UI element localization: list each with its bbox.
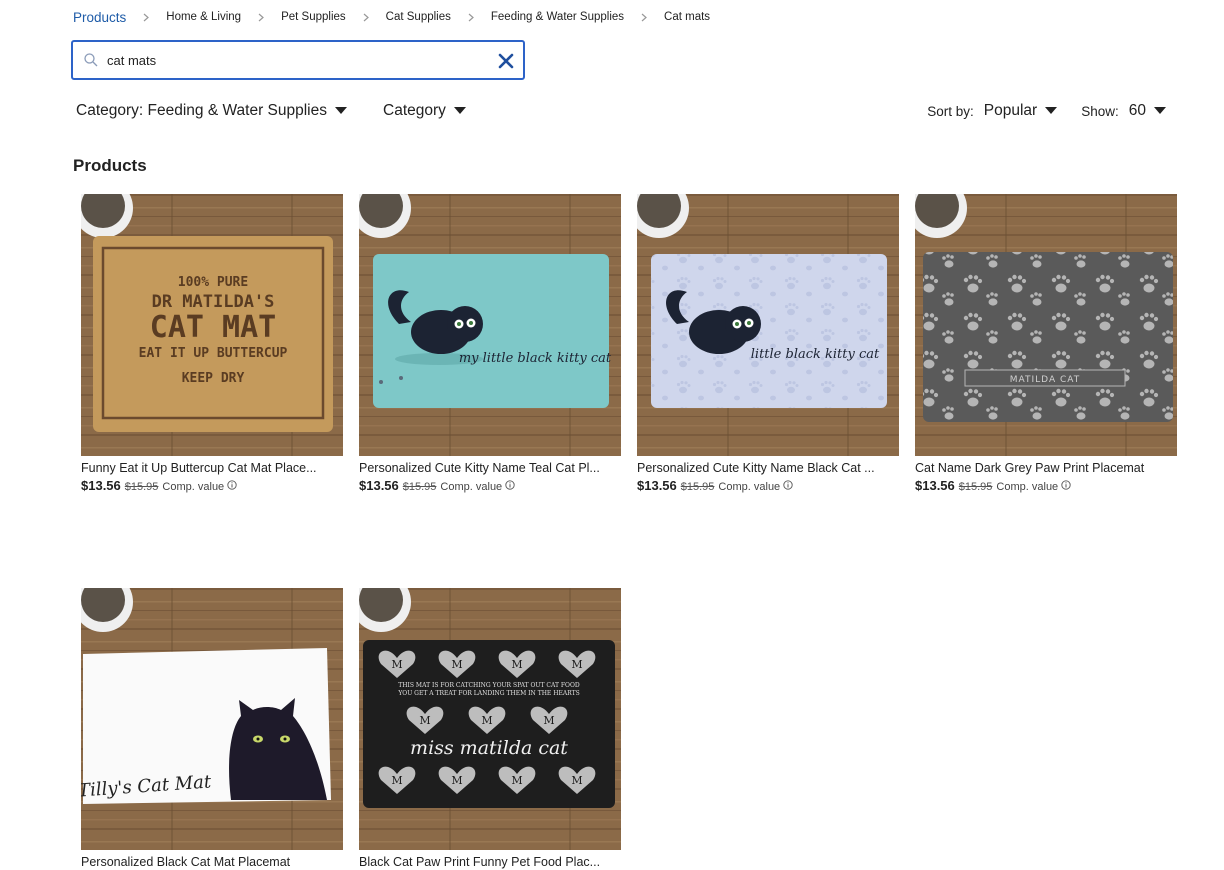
art-line2: YOU GET A TREAT FOR LANDING THEM IN THE … (397, 690, 579, 697)
art-line5: KEEP DRY (182, 371, 245, 386)
product-original-price: $15.95 (402, 481, 437, 493)
art-line4: EAT IT UP BUTTERCUP (139, 346, 288, 361)
product-card[interactable]: 100% PURE DR MATILDA'S CAT MAT EAT IT UP… (81, 194, 343, 493)
product-original-price: $15.95 (958, 481, 993, 493)
breadcrumb-pet-supplies[interactable]: Pet Supplies (281, 11, 346, 23)
art-line1: THIS MAT IS FOR CATCHING YOUR SPAT OUT C… (398, 682, 580, 689)
info-icon[interactable] (783, 480, 793, 490)
sort-value: Popular (983, 102, 1038, 119)
art-line1: 100% PURE (178, 275, 248, 290)
art-line3: CAT MAT (150, 310, 276, 345)
show-select[interactable]: 60 (1129, 102, 1166, 120)
product-original-price: $15.95 (124, 481, 159, 493)
product-original-price: $15.95 (680, 481, 715, 493)
price-row: $13.56 $15.95 Comp. value (81, 478, 343, 493)
info-icon[interactable] (1061, 480, 1071, 490)
price-row: $13.56 $15.95 Comp. value (359, 478, 621, 493)
art-line2: DR MATILDA'S (152, 292, 275, 312)
product-card[interactable]: MATILDA CAT Cat Name Dark Grey Paw Print… (915, 194, 1177, 493)
comp-value-label: Comp. value (996, 481, 1059, 493)
art-line1: my little black kitty cat (459, 351, 612, 366)
product-image[interactable]: Tilly's Cat Mat (81, 588, 343, 850)
comp-value-label: Comp. value (440, 481, 503, 493)
product-card[interactable]: my little black kitty cat Personalized C… (359, 194, 621, 493)
heart-letter: M (419, 714, 430, 727)
product-thumbnail: M M M M M M M M M M M THIS MAT IS FOR CA… (359, 588, 621, 850)
chevron-right-icon (641, 13, 647, 22)
show-value: 60 (1128, 102, 1146, 119)
heart-letter: M (571, 774, 582, 787)
section-title: Products (73, 156, 147, 175)
product-image[interactable]: 100% PURE DR MATILDA'S CAT MAT EAT IT UP… (81, 194, 343, 456)
art-line1: MATILDA CAT (1010, 375, 1080, 385)
product-price: $13.56 (637, 478, 677, 493)
heart-letter: M (511, 774, 522, 787)
sort-label: Sort by: (927, 103, 974, 119)
breadcrumb-cat-supplies[interactable]: Cat Supplies (386, 11, 451, 23)
heart-letter: M (451, 774, 462, 787)
caret-down-icon (1045, 107, 1058, 115)
product-image[interactable]: MATILDA CAT (915, 194, 1177, 456)
filter-bar: Category: Feeding & Water Supplies Categ… (76, 102, 502, 120)
heart-letter: M (481, 714, 492, 727)
product-image[interactable]: my little black kitty cat (359, 194, 621, 456)
heart-letter: M (391, 774, 402, 787)
comp-value-label: Comp. value (162, 481, 225, 493)
chevron-right-icon (363, 13, 369, 22)
product-thumbnail: 100% PURE DR MATILDA'S CAT MAT EAT IT UP… (81, 194, 343, 456)
breadcrumb-current: Cat mats (664, 11, 711, 23)
breadcrumb-feeding-water[interactable]: Feeding & Water Supplies (491, 11, 624, 23)
breadcrumb-products[interactable]: Products (73, 10, 126, 25)
product-price: $13.56 (81, 478, 121, 493)
breadcrumb-home-living[interactable]: Home & Living (166, 11, 241, 23)
product-title[interactable]: Black Cat Paw Print Funny Pet Food Plac.… (359, 855, 621, 869)
chevron-right-icon (143, 13, 150, 22)
heart-letter: M (543, 714, 554, 727)
info-icon[interactable] (227, 480, 237, 490)
product-title[interactable]: Funny Eat it Up Buttercup Cat Mat Place.… (81, 461, 343, 475)
price-row: $13.56 $15.95 Comp. value (915, 478, 1177, 493)
product-title[interactable]: Cat Name Dark Grey Paw Print Placemat (915, 461, 1177, 475)
info-icon[interactable] (505, 480, 515, 490)
art-line3: miss matilda cat (410, 737, 568, 759)
filter-category-feeding-label: Category: Feeding & Water Supplies (76, 102, 327, 119)
search-box (71, 40, 525, 80)
search-input[interactable] (107, 52, 487, 68)
caret-down-icon (453, 107, 466, 115)
heart-letter: M (511, 658, 522, 671)
filter-category-label: Category (383, 102, 446, 119)
product-thumbnail: MATILDA CAT (915, 194, 1177, 456)
caret-down-icon (335, 107, 347, 115)
breadcrumb: Products Home & Living Pet Supplies Cat … (73, 8, 710, 26)
art-line1: little black kitty cat (751, 347, 880, 362)
product-image[interactable]: M M M M M M M M M M M THIS MAT IS FOR CA… (359, 588, 621, 850)
filter-category[interactable]: Category (383, 102, 466, 120)
product-title[interactable]: Personalized Cute Kitty Name Teal Cat Pl… (359, 461, 621, 475)
sort-select[interactable]: Popular (983, 102, 1058, 120)
product-image[interactable]: little black kitty cat (637, 194, 899, 456)
product-card[interactable]: M M M M M M M M M M M THIS MAT IS FOR CA… (359, 588, 621, 869)
comp-value-label: Comp. value (718, 481, 781, 493)
product-thumbnail: Tilly's Cat Mat (81, 588, 343, 850)
product-price: $13.56 (359, 478, 399, 493)
product-thumbnail: my little black kitty cat (359, 194, 621, 456)
sort-bar: Sort by: Popular Show: 60 (927, 102, 1166, 120)
product-title[interactable]: Personalized Black Cat Mat Placemat (81, 855, 343, 869)
product-price: $13.56 (915, 478, 955, 493)
heart-letter: M (571, 658, 582, 671)
search-icon (83, 52, 99, 68)
product-card[interactable]: Tilly's Cat Mat Personalized Black Cat M… (81, 588, 343, 869)
clear-search-icon[interactable] (497, 52, 515, 70)
product-title[interactable]: Personalized Cute Kitty Name Black Cat .… (637, 461, 899, 475)
product-thumbnail: little black kitty cat (637, 194, 899, 456)
chevron-right-icon (258, 13, 264, 22)
caret-down-icon (1154, 107, 1166, 115)
show-label: Show: (1081, 103, 1119, 119)
product-card[interactable]: little black kitty cat Personalized Cute… (637, 194, 899, 493)
heart-letter: M (451, 658, 462, 671)
filter-category-feeding[interactable]: Category: Feeding & Water Supplies (76, 102, 347, 120)
heart-letter: M (391, 658, 402, 671)
price-row: $13.56 $15.95 Comp. value (637, 478, 899, 493)
chevron-right-icon (468, 13, 474, 22)
